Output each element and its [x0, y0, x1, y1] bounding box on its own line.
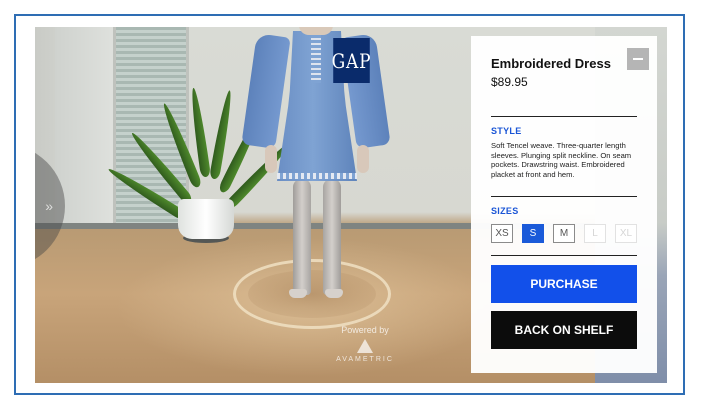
size-option-m[interactable]: M — [553, 224, 575, 243]
size-option-xs[interactable]: XS — [491, 224, 513, 243]
size-option-xl: XL — [615, 224, 637, 243]
dress-embroidered-hem — [277, 173, 357, 179]
style-description: Soft Tencel weave. Three-quarter length … — [491, 141, 632, 179]
purchase-button[interactable]: PURCHASE — [491, 265, 637, 303]
avametric-logo-icon — [357, 339, 373, 353]
avatar-leg — [293, 179, 311, 295]
powered-by-label: Powered by — [341, 325, 389, 335]
dress-sleeve-left — [241, 33, 291, 149]
size-selector: XS S M L XL — [491, 224, 637, 243]
avatar-foot — [289, 289, 307, 298]
product-title: Embroidered Dress — [491, 56, 611, 71]
watermark-brand: AVAMETRIC — [336, 356, 394, 363]
divider — [491, 196, 637, 197]
sizes-section-label: SIZES — [491, 206, 519, 216]
avatar-foot — [325, 289, 343, 298]
double-chevron-right-icon: » — [45, 198, 53, 214]
size-option-s[interactable]: S — [522, 224, 544, 243]
minus-icon — [633, 58, 643, 60]
brand-logo: GAP — [332, 38, 371, 83]
avatar-leg — [323, 179, 341, 295]
back-on-shelf-button[interactable]: BACK ON SHELF — [491, 311, 637, 349]
divider — [491, 255, 637, 256]
size-option-l: L — [584, 224, 606, 243]
product-panel: Embroidered Dress $89.95 STYLE Soft Tenc… — [471, 36, 657, 373]
dress-embroidered-placket — [311, 33, 321, 83]
style-section-label: STYLE — [491, 126, 522, 136]
divider — [491, 116, 637, 117]
avatar-hand — [265, 145, 277, 173]
avatar-hand — [357, 145, 369, 173]
plant-pot — [178, 199, 234, 239]
collapse-panel-button[interactable] — [627, 48, 649, 70]
product-price: $89.95 — [491, 75, 528, 89]
powered-by-watermark: Powered by AVAMETRIC — [315, 325, 415, 363]
